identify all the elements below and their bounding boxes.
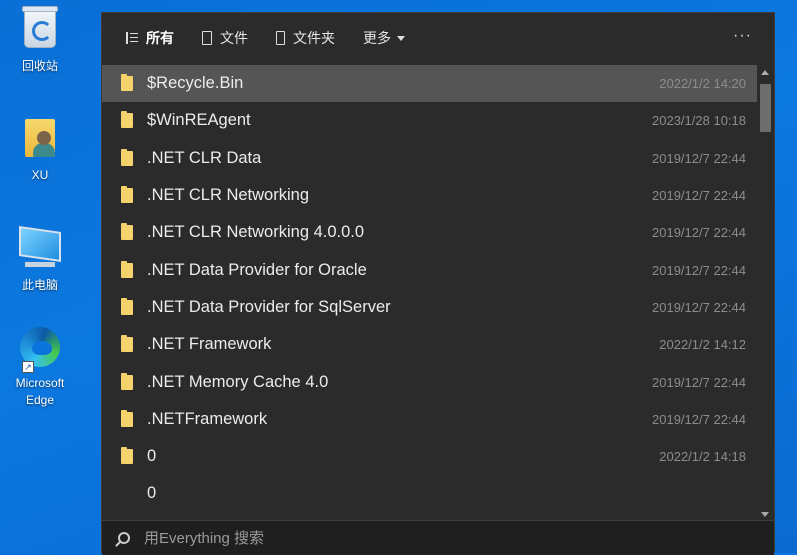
list-item[interactable]: $Recycle.Bin 2022/1/2 14:20 [102,65,758,103]
more-options-button[interactable]: ··· [733,27,752,45]
folder-icon [121,297,133,315]
item-date: 2019/12/7 22:44 [652,188,746,204]
tab-label: 文件 [220,30,248,46]
item-name: 0 [147,484,157,503]
item-name: .NET Memory Cache 4.0 [147,372,329,391]
item-name: .NET CLR Networking [147,186,309,205]
list-item[interactable]: .NET Data Provider for Oracle 2019/12/7 … [102,251,758,288]
item-name: .NET CLR Data [147,148,262,167]
item-name: $WinREAgent [147,111,251,130]
list-item[interactable]: .NET Framework 2022/1/2 14:12 [102,326,758,363]
item-date: 2022/1/2 14:12 [659,337,746,353]
desktop-icon-edge[interactable]: ↗ Microsoft Edge [5,325,75,409]
results-list: $Recycle.Bin 2022/1/2 14:20 $WinREAgent … [102,65,758,520]
item-date: 2022/1/2 14:20 [659,76,746,92]
folder-icon [276,31,285,45]
folder-icon [121,111,133,129]
list-icon [126,31,138,45]
user-folder-icon [18,119,62,163]
item-date: 2019/12/7 22:44 [652,262,746,278]
desktop-icon-recycle-bin[interactable]: 回收站 [5,6,75,75]
list-item[interactable]: .NET Data Provider for SqlServer 2019/12… [102,289,758,326]
item-date: 2019/12/7 22:44 [652,299,746,315]
item-name: 0 [147,447,157,466]
item-date: 2019/12/7 22:44 [652,150,746,166]
folder-icon [121,223,133,241]
item-name: .NETFramework [147,409,268,428]
item-date: 2019/12/7 22:44 [652,411,746,427]
chevron-down-icon [397,35,405,41]
list-item[interactable]: .NET CLR Networking 4.0.0.0 2019/12/7 22… [102,214,758,251]
tab-label: 文件夹 [293,30,335,46]
folder-icon [121,409,133,427]
item-date: 2019/12/7 22:44 [652,374,746,390]
folder-icon [121,335,133,353]
list-item[interactable]: .NET CLR Data 2019/12/7 22:44 [102,140,758,177]
folder-icon [121,74,133,92]
recycle-bin-icon [18,6,62,54]
item-name: .NET Data Provider for SqlServer [147,297,391,316]
item-date: 2022/1/2 14:18 [659,449,746,465]
tab-label: 更多 [363,30,391,46]
search-input[interactable] [142,528,746,548]
list-item[interactable]: .NETFramework 2019/12/7 22:44 [102,401,758,438]
item-name: .NET CLR Networking 4.0.0.0 [147,223,365,242]
desktop-icon-label: Microsoft Edge [15,376,65,407]
shortcut-arrow-icon: ↗ [22,361,34,373]
scroll-down-icon[interactable] [761,512,769,517]
search-bar [102,520,774,555]
folder-icon [121,186,133,204]
list-item[interactable]: 0 2022/1/2 14:18 [102,438,758,475]
everything-window: 所有 文件 文件夹 更多 ··· $Recycle.Bin 2022/1/2 1… [101,12,775,555]
desktop-icon-label: XU [31,168,49,182]
desktop-icon-this-pc[interactable]: 此电脑 [5,221,75,294]
list-item[interactable]: .NET Memory Cache 4.0 2019/12/7 22:44 [102,363,758,400]
scrollbar-thumb[interactable] [760,84,771,132]
tab-all[interactable]: 所有 [126,28,174,48]
tab-more[interactable]: 更多 [363,28,405,48]
folder-icon [121,372,133,390]
tab-folders[interactable]: 文件夹 [276,28,335,48]
folder-icon [121,447,133,465]
item-name: .NET Framework [147,335,272,354]
computer-icon [18,226,62,273]
desktop-icon-label: 此电脑 [21,278,58,292]
filter-tabs: 所有 文件 文件夹 更多 ··· [102,13,774,63]
desktop-icon-label: 回收站 [21,59,58,73]
item-date: 2023/1/28 10:18 [652,113,746,129]
item-name: .NET Data Provider for Oracle [147,260,367,279]
search-icon [118,532,130,544]
tab-files[interactable]: 文件 [202,28,248,48]
scroll-up-icon[interactable] [761,70,769,75]
edge-icon: ↗ [18,327,62,373]
vertical-scrollbar[interactable] [757,65,774,520]
list-item[interactable]: 0 [102,475,758,512]
item-name: $Recycle.Bin [147,74,244,93]
item-date: 2019/12/7 22:44 [652,225,746,241]
tab-label: 所有 [146,30,174,46]
file-icon [202,31,212,45]
list-item[interactable]: $WinREAgent 2023/1/28 10:18 [102,102,758,139]
desktop-icon-user-folder[interactable]: XU [5,116,75,184]
folder-icon [121,260,133,278]
list-item[interactable]: .NET CLR Networking 2019/12/7 22:44 [102,177,758,214]
folder-icon [121,148,133,166]
